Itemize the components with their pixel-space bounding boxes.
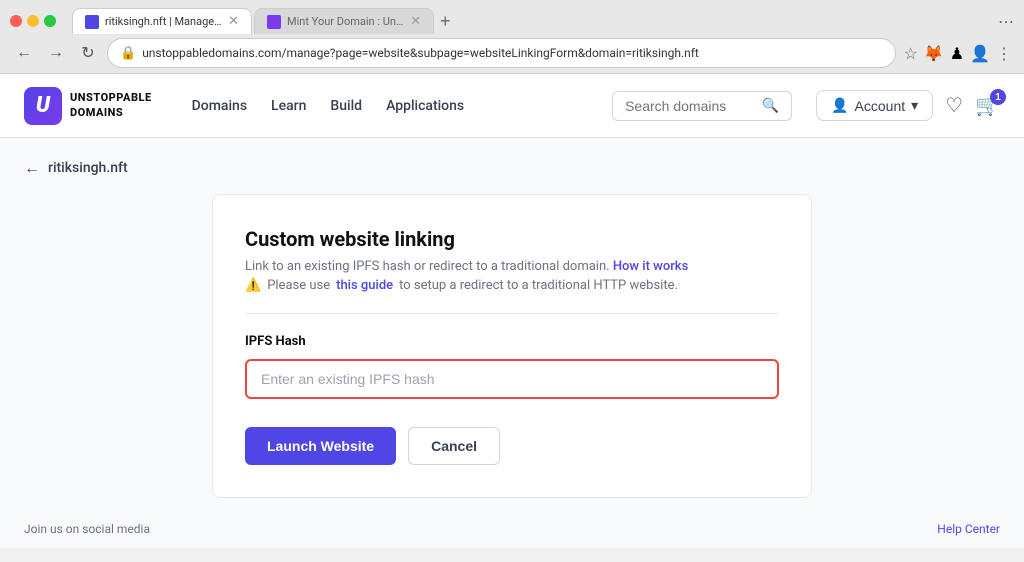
ipfs-hash-input[interactable] xyxy=(245,359,779,399)
browser-chrome: ritiksingh.nft | Manage | Unsto... ✕ Min… xyxy=(0,0,1024,74)
card-divider xyxy=(245,313,779,314)
browser-addressbar: ← → ↻ 🔒 unstoppabledomains.com/manage?pa… xyxy=(0,34,1024,73)
footer-join-text: Join us on social media xyxy=(24,522,150,536)
nav-link-applications[interactable]: Applications xyxy=(386,98,464,114)
logo[interactable]: U UNSTOPPABLE DOMAINS xyxy=(24,87,152,125)
account-button[interactable]: 👤 Account ▾ xyxy=(816,90,933,121)
search-icon: 🔍 xyxy=(762,98,779,114)
page-content: ← ritiksingh.nft Custom website linking … xyxy=(0,138,1024,548)
window-controls xyxy=(10,15,56,27)
button-row: Launch Website Cancel xyxy=(245,427,779,465)
breadcrumb: ← ritiksingh.nft xyxy=(0,158,1024,194)
browser-actions: ☆ 🦊 ♟ 👤 ⋮ xyxy=(903,44,1012,63)
back-button[interactable]: ← xyxy=(12,41,36,65)
tab-close-1[interactable]: ✕ xyxy=(228,14,239,29)
this-guide-link[interactable]: this guide xyxy=(336,278,393,293)
browser-tabs: ritiksingh.nft | Manage | Unsto... ✕ Min… xyxy=(72,8,455,34)
account-person-icon: 👤 xyxy=(831,97,848,114)
search-bar[interactable]: 🔍 xyxy=(612,91,792,121)
browser-menu-dots[interactable]: ⋯ xyxy=(998,12,1014,31)
warning-row: ⚠️ Please use this guide to setup a redi… xyxy=(245,278,779,293)
tab-close-2[interactable]: ✕ xyxy=(410,14,421,29)
breadcrumb-text: ritiksingh.nft xyxy=(48,160,128,176)
more-options-icon[interactable]: ⋮ xyxy=(996,44,1012,63)
tab-favicon-2 xyxy=(267,15,281,29)
maximize-dot[interactable] xyxy=(44,15,56,27)
nav-link-learn[interactable]: Learn xyxy=(271,98,306,114)
main-card: Custom website linking Link to an existi… xyxy=(212,194,812,498)
launch-website-button[interactable]: Launch Website xyxy=(245,427,396,465)
search-input[interactable] xyxy=(625,98,754,114)
tab-label-2: Mint Your Domain : Unstoppab... xyxy=(287,15,404,28)
tab-label-1: ritiksingh.nft | Manage | Unsto... xyxy=(105,15,222,28)
warning-text-before: Please use xyxy=(267,278,330,293)
wishlist-button[interactable]: ♡ xyxy=(945,93,963,118)
field-label: IPFS Hash xyxy=(245,334,779,349)
logo-icon: U xyxy=(24,87,62,125)
address-bar[interactable]: 🔒 unstoppabledomains.com/manage?page=web… xyxy=(108,39,895,67)
browser-titlebar: ritiksingh.nft | Manage | Unsto... ✕ Min… xyxy=(0,0,1024,34)
extension-icon-1[interactable]: 🦊 xyxy=(924,44,944,63)
new-tab-button[interactable]: + xyxy=(436,8,455,34)
how-it-works-link[interactable]: How it works xyxy=(613,259,688,274)
account-label: Account xyxy=(855,98,906,114)
close-dot[interactable] xyxy=(10,15,22,27)
warning-text-after: to setup a redirect to a traditional HTT… xyxy=(399,278,678,293)
logo-text: UNSTOPPABLE DOMAINS xyxy=(70,91,152,120)
tab-active[interactable]: ritiksingh.nft | Manage | Unsto... ✕ xyxy=(72,8,252,34)
cancel-button[interactable]: Cancel xyxy=(408,427,500,465)
navbar: U UNSTOPPABLE DOMAINS Domains Learn Buil… xyxy=(0,74,1024,138)
bookmark-icon[interactable]: ☆ xyxy=(903,44,917,63)
account-chevron-icon: ▾ xyxy=(911,97,918,114)
lock-icon: 🔒 xyxy=(120,46,136,61)
back-arrow[interactable]: ← xyxy=(24,158,40,178)
forward-button[interactable]: → xyxy=(44,41,68,65)
nav-links: Domains Learn Build Applications xyxy=(192,98,464,114)
extension-icon-2[interactable]: ♟ xyxy=(950,44,964,63)
card-description: Link to an existing IPFS hash or redirec… xyxy=(245,259,779,274)
warning-icon: ⚠️ xyxy=(245,278,261,293)
logo-letter: U xyxy=(36,93,50,118)
cart-button[interactable]: 🛒 1 xyxy=(975,93,1000,118)
nav-link-domains[interactable]: Domains xyxy=(192,98,247,114)
address-text: unstoppabledomains.com/manage?page=websi… xyxy=(142,46,883,60)
cart-badge: 1 xyxy=(990,89,1006,105)
nav-right: 👤 Account ▾ ♡ 🛒 1 xyxy=(816,90,1000,121)
reload-button[interactable]: ↻ xyxy=(76,41,100,65)
profile-icon[interactable]: 👤 xyxy=(970,44,990,63)
tab-inactive[interactable]: Mint Your Domain : Unstoppab... ✕ xyxy=(254,8,434,34)
tab-favicon-1 xyxy=(85,15,99,29)
nav-link-build[interactable]: Build xyxy=(330,98,362,114)
minimize-dot[interactable] xyxy=(27,15,39,27)
footer-help-center[interactable]: Help Center xyxy=(937,522,1000,536)
card-title: Custom website linking xyxy=(245,227,779,251)
footer-bar: Join us on social media Help Center xyxy=(0,506,1024,548)
website-content: U UNSTOPPABLE DOMAINS Domains Learn Buil… xyxy=(0,74,1024,548)
